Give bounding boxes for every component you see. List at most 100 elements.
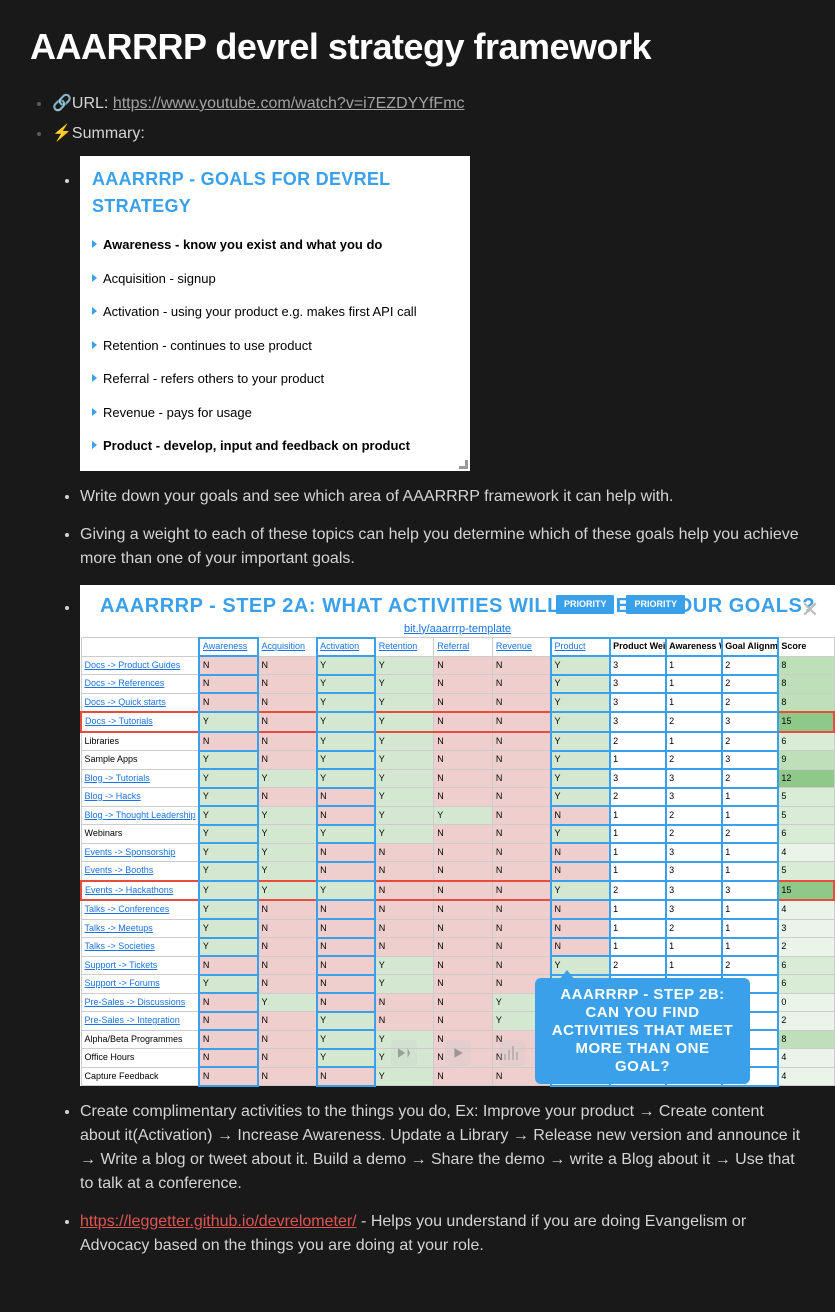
table-cell: N: [375, 862, 434, 881]
table-cell: N: [492, 656, 551, 675]
table-cell: N: [492, 900, 551, 919]
table-cell: N: [317, 900, 376, 919]
table-cell: 2: [722, 693, 778, 712]
resize-handle-icon[interactable]: [458, 459, 468, 469]
col-header: Activation: [317, 638, 376, 657]
table-cell: Y: [375, 1067, 434, 1086]
youtube-link[interactable]: https://www.youtube.com/watch?v=i7EZDYYf…: [113, 95, 465, 112]
table-cell: Events -> Sponsorship: [81, 843, 199, 862]
table-cell: Office Hours: [81, 1049, 199, 1068]
table-cell: 1: [666, 693, 722, 712]
table-cell: N: [258, 1049, 317, 1068]
table-cell: N: [434, 732, 493, 751]
col-header: Referral: [434, 638, 493, 657]
table-row: Support -> TicketsNNNYNNY2126: [81, 956, 834, 975]
table-cell: 2: [610, 788, 666, 807]
goal-activation: Activation - using your product e.g. mak…: [92, 295, 458, 329]
table-cell: Y: [375, 751, 434, 770]
table-cell: Pre-Sales -> Discussions: [81, 993, 199, 1012]
table-cell: Y: [199, 938, 258, 957]
table-cell: N: [375, 843, 434, 862]
goal-retention: Retention - continues to use product: [92, 329, 458, 363]
bullet-complimentary: Create complimentary activities to the t…: [80, 1100, 805, 1196]
table-cell: 1: [666, 956, 722, 975]
table-cell: 2: [722, 732, 778, 751]
table-cell: N: [551, 862, 610, 881]
table-cell: N: [199, 1030, 258, 1049]
table-cell: Y: [375, 732, 434, 751]
table-cell: Y: [317, 881, 376, 901]
close-icon[interactable]: ✕: [799, 599, 821, 621]
devrelometer-link[interactable]: https://leggetter.github.io/devrelometer…: [80, 1213, 357, 1230]
table-cell: N: [317, 843, 376, 862]
table-cell: N: [492, 788, 551, 807]
goal-revenue: Revenue - pays for usage: [92, 396, 458, 430]
table-cell: 6: [778, 732, 834, 751]
table-cell: N: [551, 938, 610, 957]
table-cell: N: [258, 656, 317, 675]
table-cell: 1: [722, 788, 778, 807]
bullet-weights: Giving a weight to each of these topics …: [80, 523, 805, 571]
table-cell: 3: [610, 693, 666, 712]
table-cell: 12: [778, 769, 834, 788]
table-cell: 1: [722, 843, 778, 862]
table-cell: 6: [778, 975, 834, 994]
table-row: Talks -> ConferencesYNNNNNN1314: [81, 900, 834, 919]
col-header: Product: [551, 638, 610, 657]
table-cell: N: [434, 1012, 493, 1031]
table-cell: N: [492, 938, 551, 957]
table-cell: Y: [375, 769, 434, 788]
table-cell: N: [258, 900, 317, 919]
table-cell: Y: [434, 806, 493, 825]
table-cell: Y: [375, 675, 434, 694]
table-cell: 1: [610, 938, 666, 957]
table-cell: N: [258, 675, 317, 694]
table-cell: N: [434, 975, 493, 994]
table-cell: Y: [317, 769, 376, 788]
table-cell: Y: [258, 993, 317, 1012]
table-cell: N: [434, 788, 493, 807]
table-cell: 2: [722, 956, 778, 975]
table-cell: Y: [375, 656, 434, 675]
volume-icon[interactable]: [499, 1040, 525, 1066]
table-cell: 1: [722, 862, 778, 881]
table-cell: N: [375, 900, 434, 919]
table-row: Docs -> ReferencesNNYYNNY3128: [81, 675, 834, 694]
table-row: Blog -> TutorialsYYYYNNY33212: [81, 769, 834, 788]
table-cell: 15: [778, 881, 834, 901]
table-cell: 3: [722, 881, 778, 901]
table-cell: 1: [722, 900, 778, 919]
col-header: Score: [778, 638, 834, 657]
col-header: Goal Alignment: [722, 638, 778, 657]
table-row: Talks -> SocietiesYNNNNNN1112: [81, 938, 834, 957]
table-cell: Y: [317, 656, 376, 675]
table-row: WebinarsYYYYNNY1226: [81, 825, 834, 844]
table-cell: 3: [610, 656, 666, 675]
table-cell: N: [258, 975, 317, 994]
table-cell: 6: [778, 956, 834, 975]
table-cell: Alpha/Beta Programmes: [81, 1030, 199, 1049]
table-cell: Y: [258, 843, 317, 862]
table-cell: 1: [610, 825, 666, 844]
table-cell: Y: [551, 881, 610, 901]
table-cell: 5: [778, 862, 834, 881]
table-cell: N: [434, 675, 493, 694]
table-cell: 4: [778, 1067, 834, 1086]
table-cell: Docs -> Quick starts: [81, 693, 199, 712]
bullet-goals: Write down your goals and see which area…: [80, 485, 805, 509]
table-cell: N: [317, 919, 376, 938]
table-cell: N: [492, 751, 551, 770]
table-cell: N: [434, 900, 493, 919]
table-cell: Support -> Tickets: [81, 956, 199, 975]
table-cell: N: [492, 675, 551, 694]
table-cell: Talks -> Meetups: [81, 919, 199, 938]
table-cell: N: [258, 751, 317, 770]
table-cell: N: [434, 751, 493, 770]
play-icon[interactable]: [445, 1040, 471, 1066]
table-row: Talks -> MeetupsYNNNNNN1213: [81, 919, 834, 938]
video-controls: [391, 1040, 525, 1066]
prev-icon[interactable]: [391, 1040, 417, 1066]
table-row: Blog -> Thought LeadershipYYNYYNN1215: [81, 806, 834, 825]
template-link[interactable]: bit.ly/aaarrrp-template: [404, 623, 511, 635]
table-row: Sample AppsYNYYNNY1239: [81, 751, 834, 770]
